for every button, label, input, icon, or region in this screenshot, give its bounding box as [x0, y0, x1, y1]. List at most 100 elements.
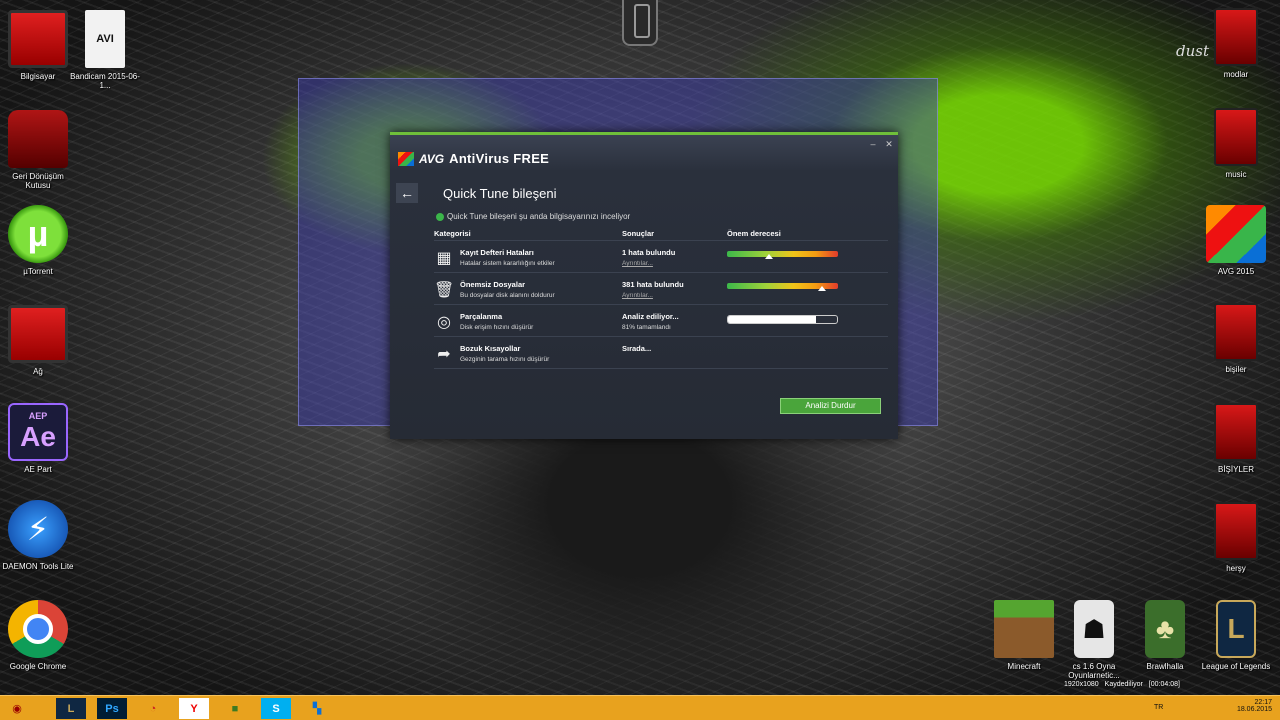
photoshop-icon[interactable]: Ps: [97, 698, 127, 719]
avg-icon[interactable]: ▚: [302, 698, 332, 719]
league-of-legends-icon: L: [1216, 600, 1256, 658]
yandex-icon[interactable]: Y: [179, 698, 209, 719]
brawlhalla-icon: ♣: [1145, 600, 1185, 658]
avg-logo-icon: [398, 151, 414, 166]
desktop-icon-music[interactable]: music: [1198, 108, 1274, 179]
desktop-icon-label: Google Chrome: [9, 662, 67, 671]
minimize-icon[interactable]: –: [868, 139, 878, 149]
desktop-icon-utorrent[interactable]: µ µTorrent: [0, 205, 76, 276]
row-result: Sırada...: [622, 344, 652, 353]
desktop-icon-bisiler[interactable]: bişiler: [1198, 303, 1274, 374]
row-subtitle: Gezginin tarama hızını düşürür: [460, 356, 550, 363]
desktop-icon-minecraft[interactable]: Minecraft: [986, 600, 1062, 671]
desktop-icon-recycle-bin[interactable]: Geri Dönüşüm Kutusu: [0, 110, 76, 190]
desktop-icon-computer[interactable]: Bilgisayar: [0, 10, 76, 81]
minecraft-icon[interactable]: ■: [220, 698, 250, 719]
osd-status: Kaydediliyor: [1104, 681, 1143, 688]
skype-icon[interactable]: S: [261, 698, 291, 719]
page-title: Quick Tune bileşeni: [443, 186, 557, 201]
column-header-severity: Önem derecesi: [727, 229, 781, 238]
desktop-icon-label: Minecraft: [1007, 662, 1041, 671]
osd-resolution: 1920x1080: [1064, 681, 1099, 688]
desktop-icon-cs[interactable]: ☗ cs 1.6 Oyna Oyunlarnetic...: [1056, 600, 1132, 680]
desktop-icon-label: modlar: [1223, 70, 1249, 79]
clock-date: 18.06.2015: [1236, 706, 1272, 713]
top-handle-widget: [622, 0, 658, 46]
desktop-icon-modlar[interactable]: modlar: [1198, 8, 1274, 79]
close-icon[interactable]: ✕: [884, 139, 894, 149]
system-clock[interactable]: 22:17 18.06.2015: [1237, 699, 1272, 713]
desktop-icon-label: bişiler: [1225, 365, 1247, 374]
desktop-icon-network[interactable]: Ağ: [0, 305, 76, 376]
desktop-icon-daemon-tools[interactable]: ⚡ DAEMON Tools Lite: [0, 500, 76, 571]
desktop-icon-label: League of Legends: [1201, 662, 1271, 671]
desktop-icon-label: AE Part: [24, 465, 52, 474]
folder-icon: [1214, 8, 1258, 66]
desktop-icon-label: Bandicam 2015-06-1...: [70, 72, 140, 90]
shortcut-icon: ➦: [437, 346, 451, 363]
swirl-app-icon[interactable]: ◔: [138, 698, 168, 719]
avg-icon: [1206, 205, 1266, 263]
severity-bar: [727, 251, 838, 259]
progress-bar: [727, 315, 838, 324]
chrome-icon: [8, 600, 68, 658]
row-subtitle: Disk erişim hızını düşürür: [460, 324, 534, 331]
video-badge: AVI: [96, 33, 114, 45]
results-table: Kategorisi Sonuçlar Önem derecesi ▦ Kayı…: [434, 229, 888, 369]
utorrent-icon: µ: [8, 205, 68, 263]
row-result: Analiz ediliyor...: [622, 312, 679, 321]
app-name: AntiVirus FREE: [449, 151, 550, 166]
desktop-icon-lol[interactable]: L League of Legends: [1198, 600, 1274, 671]
brand-logo-text: AVG: [419, 151, 445, 166]
status-ok-icon: [436, 212, 444, 221]
desktop-icon-bisiyler[interactable]: BİŞİYLER: [1198, 403, 1274, 474]
desktop-icon-hersy[interactable]: herşy: [1198, 502, 1274, 573]
status-text: Quick Tune bileşeni şu anda bilgisayarın…: [447, 212, 631, 221]
column-header-category: Kategorisi: [434, 229, 471, 238]
row-subtitle: Hatalar sistem kararlılığını etkiler: [460, 260, 555, 267]
desktop-icon-label: Geri Dönüşüm Kutusu: [12, 172, 64, 190]
window-controls: – ✕: [868, 139, 894, 149]
details-link[interactable]: Ayrıntılar...: [622, 260, 727, 267]
desktop-icon-label: herşy: [1226, 564, 1246, 573]
desktop-icon-chrome[interactable]: Google Chrome: [0, 600, 76, 671]
row-title: Bozuk Kısayollar: [460, 344, 521, 353]
back-button[interactable]: ←: [396, 183, 418, 203]
start-icon[interactable]: ◉: [2, 698, 32, 719]
desktop-icon-video[interactable]: AVI Bandicam 2015-06-1...: [67, 10, 143, 90]
desktop-icon-label: Brawlhalla: [1146, 662, 1184, 671]
language-indicator[interactable]: TR: [1154, 704, 1163, 711]
ae-badge-main: Ae: [20, 421, 56, 452]
desktop-icon-brawlhalla[interactable]: ♣ Brawlhalla: [1127, 600, 1203, 671]
recycle-bin-icon: [8, 110, 68, 168]
video-file-icon: AVI: [85, 10, 125, 68]
network-icon: [8, 305, 68, 363]
league-of-legends-icon[interactable]: L: [56, 698, 86, 719]
stop-analysis-button[interactable]: Analizi Durdur: [780, 398, 881, 414]
folder-icon: [1214, 303, 1258, 361]
desktop-icon-ae-part[interactable]: AEP Ae AE Part: [0, 403, 76, 474]
desktop-icon-label: DAEMON Tools Lite: [2, 562, 74, 571]
desktop-icon-avg[interactable]: AVG 2015: [1198, 205, 1274, 276]
desktop-icon-label: cs 1.6 Oyna Oyunlarnetic...: [1068, 662, 1120, 680]
taskbar: ◉ L Ps ◔ Y ■ S ▚ 22:17 18.06.2015: [0, 695, 1280, 720]
ae-badge-top: AEP: [28, 411, 48, 421]
desktop-icon-label: µTorrent: [23, 267, 53, 276]
table-row-registry: ▦ Kayıt Defteri Hataları Hatalar sistem …: [434, 241, 888, 273]
row-title: Parçalanma: [460, 312, 503, 321]
desktop-icon-label: Bilgisayar: [20, 72, 56, 81]
back-arrow-icon: ←: [400, 185, 414, 201]
avg-window: – ✕ AVG AntiVirus FREE ← Quick Tune bile…: [390, 132, 898, 439]
registry-icon: ▦: [436, 250, 452, 267]
minecraft-icon: [994, 600, 1054, 658]
table-row-fragmentation: ◎ Parçalanma Disk erişim hızını düşürür …: [434, 305, 888, 337]
details-link[interactable]: Ayrıntılar...: [622, 292, 727, 299]
severity-marker: [765, 254, 774, 259]
clock-time: 22:17: [1254, 699, 1272, 706]
trash-icon: 🗑: [434, 282, 455, 299]
folder-icon: [1214, 502, 1258, 560]
computer-icon: [8, 10, 68, 68]
table-row-broken-shortcuts: ➦ Bozuk Kısayollar Gezginin tarama hızın…: [434, 337, 888, 369]
column-header-results: Sonuçlar: [622, 229, 655, 238]
severity-bar: [727, 283, 838, 291]
